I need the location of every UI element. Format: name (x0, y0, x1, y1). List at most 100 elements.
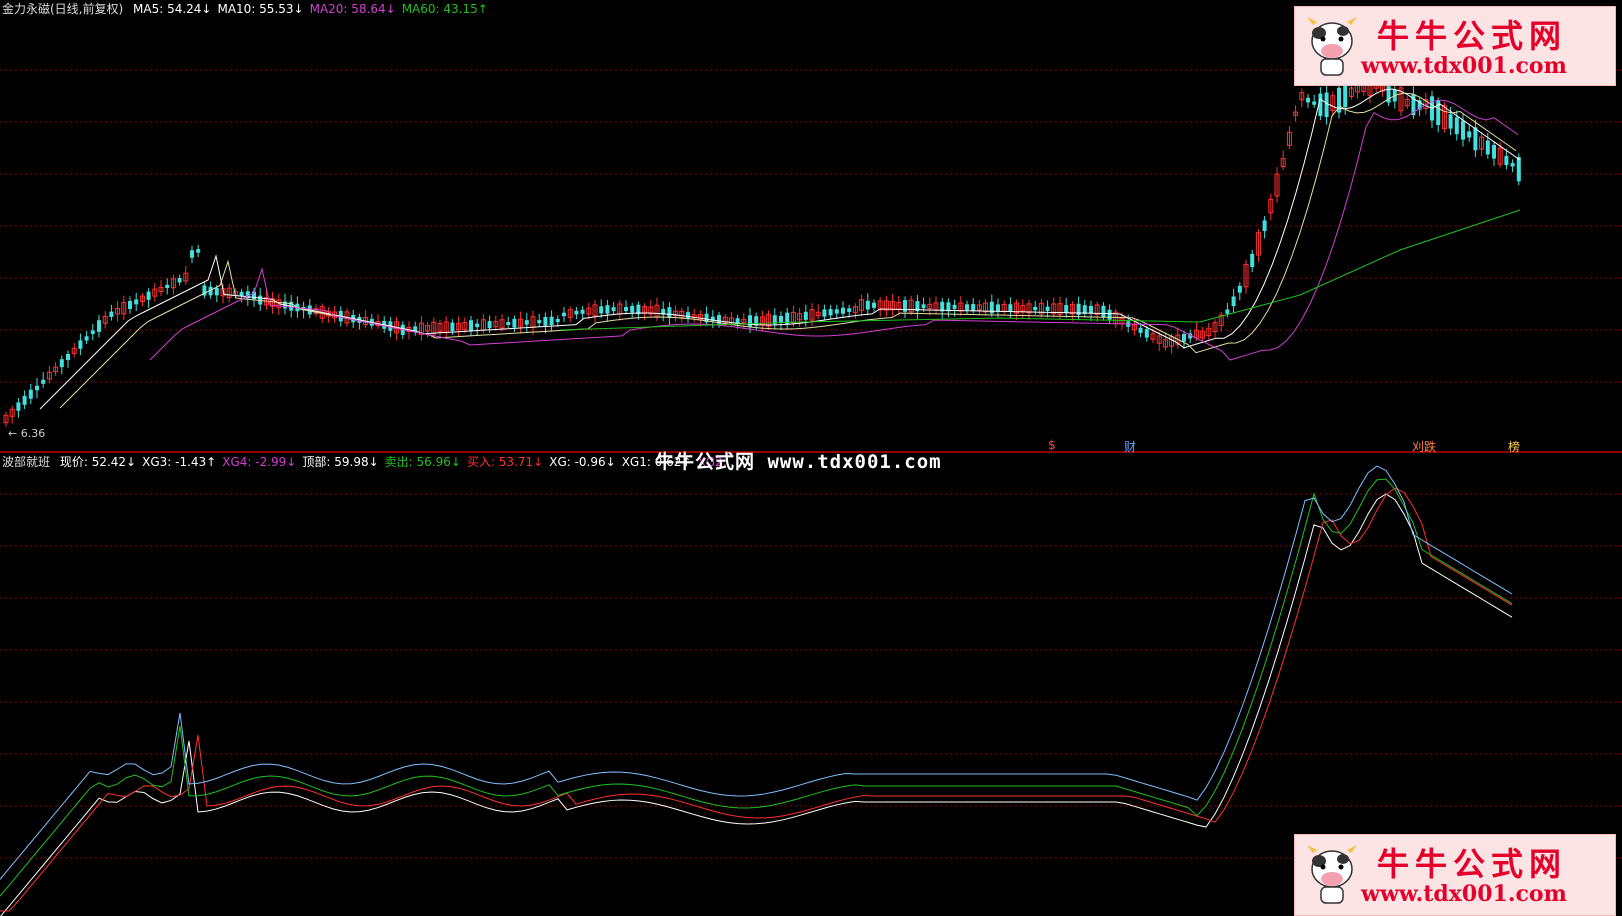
candle-body (214, 288, 219, 296)
candle-body (78, 340, 83, 349)
legend-item: MA5: 54.24↓ (133, 2, 212, 16)
event-marker-finance[interactable]: 财 (1124, 438, 1136, 455)
candle-body (1461, 120, 1465, 140)
legend-item: 现价: 52.42↓ (59, 455, 137, 469)
sell-line (0, 478, 1513, 897)
candle-body (562, 312, 566, 317)
legend-item: 卖出: 56.96↓ (384, 455, 461, 469)
candle-body (611, 307, 616, 312)
candle-body (146, 291, 151, 300)
legend-item: XG: -0.96↓ (549, 455, 616, 469)
candle-body (779, 315, 783, 323)
candle-body (28, 389, 33, 399)
cow-logo-icon (1307, 17, 1357, 76)
candle-body (22, 395, 27, 405)
candle-body (1089, 305, 1093, 314)
stock-chart-window: 金力永磁(日线,前复权) MA5: 54.24↓ MA10: 55.53↓ MA20… (0, 0, 1622, 916)
candle-body (134, 299, 139, 305)
candle-body (624, 307, 628, 311)
candle-body (1448, 114, 1453, 129)
candle-body (1504, 155, 1509, 165)
center-watermark: 牛牛公式网 www.tdx001.com (655, 451, 942, 473)
candle-body (1516, 156, 1521, 182)
legend-item: XG3: -1.43↑ (142, 455, 217, 469)
candle-body (599, 306, 604, 314)
ma5-line (39, 88, 1521, 410)
candle-body (177, 277, 182, 283)
logo-url-text: www.tdx001.com (1361, 53, 1567, 79)
indicator-title: 波部就班 (2, 455, 51, 469)
candle-body (605, 305, 610, 314)
cow-logo-icon (1307, 845, 1357, 904)
candle-body (84, 336, 89, 341)
candle-body (128, 301, 132, 309)
candle-body (512, 318, 517, 328)
candle-body (822, 309, 827, 317)
candle-body (1312, 101, 1317, 105)
candle-body (1237, 285, 1242, 293)
low-price-label: ← 6.36 (8, 427, 46, 440)
candle-body (59, 359, 64, 368)
candle-body (872, 302, 876, 308)
candle-body (549, 316, 554, 326)
candle-body (847, 308, 852, 312)
candle-body (1467, 131, 1472, 138)
legend-item: MA20: 58.64↓ (309, 2, 396, 16)
candle-body (952, 304, 957, 309)
candle-body (475, 323, 480, 328)
stock-title: 金力永磁(日线,前复权) (2, 2, 124, 16)
candle-body (469, 320, 473, 332)
legend-item: XG4: -2.99↓ (222, 455, 297, 469)
candle-body (190, 250, 194, 258)
candle-body (748, 315, 752, 327)
candle-body (667, 307, 672, 319)
candle-body (1144, 329, 1149, 338)
candle-body (834, 309, 839, 314)
candle-body (921, 304, 926, 309)
candle-body (1182, 333, 1186, 342)
candle-body (971, 303, 976, 311)
candle-body (803, 311, 808, 320)
candle-body (996, 304, 1000, 312)
candle-body (1485, 140, 1490, 155)
candle-body (735, 318, 740, 324)
candle-body (828, 309, 833, 316)
candle-body (1045, 306, 1050, 311)
event-marker-text: 榜 (1508, 440, 1521, 454)
candle-body (574, 310, 579, 315)
candle-body (1101, 305, 1106, 318)
xianjia-line (0, 493, 1513, 916)
candle-body (1231, 296, 1236, 307)
candle-body (90, 330, 95, 334)
candle-body (865, 300, 870, 310)
event-marker-dollar[interactable]: $ (1048, 438, 1056, 452)
candle-body (1510, 163, 1515, 167)
candle-body (965, 304, 969, 310)
event-marker-list[interactable]: 榜 (1508, 438, 1520, 455)
candle-body (1262, 220, 1267, 232)
candle-body (165, 284, 170, 289)
candle-body (487, 321, 492, 329)
candle-body (1082, 305, 1087, 314)
candle-body (66, 353, 70, 361)
logo-url-text: www.tdx001.com (1361, 881, 1567, 907)
legend-item: 顶部: 59.98↓ (302, 455, 379, 469)
candle-body (450, 322, 455, 332)
legend-item: MA10: 55.53↓ (217, 2, 304, 16)
event-marker-drop[interactable]: 刈跌 (1412, 438, 1436, 455)
candle-body (1033, 306, 1038, 311)
candle-body (543, 316, 548, 326)
candle-body (1107, 309, 1112, 320)
candle-body (1473, 127, 1478, 151)
candle-body (903, 299, 907, 312)
ma10-line (59, 92, 1517, 409)
candle-body (1064, 305, 1069, 314)
logo-brand-text: 牛牛公式网 (1377, 17, 1568, 55)
candle-body (1492, 144, 1496, 159)
legend-item: 买入: 53.71↓ (466, 455, 544, 469)
top-line (0, 465, 1513, 880)
candle-body (524, 320, 529, 325)
candle-body (1454, 117, 1459, 135)
candle-body (1138, 327, 1143, 333)
buy-line (0, 487, 1513, 912)
